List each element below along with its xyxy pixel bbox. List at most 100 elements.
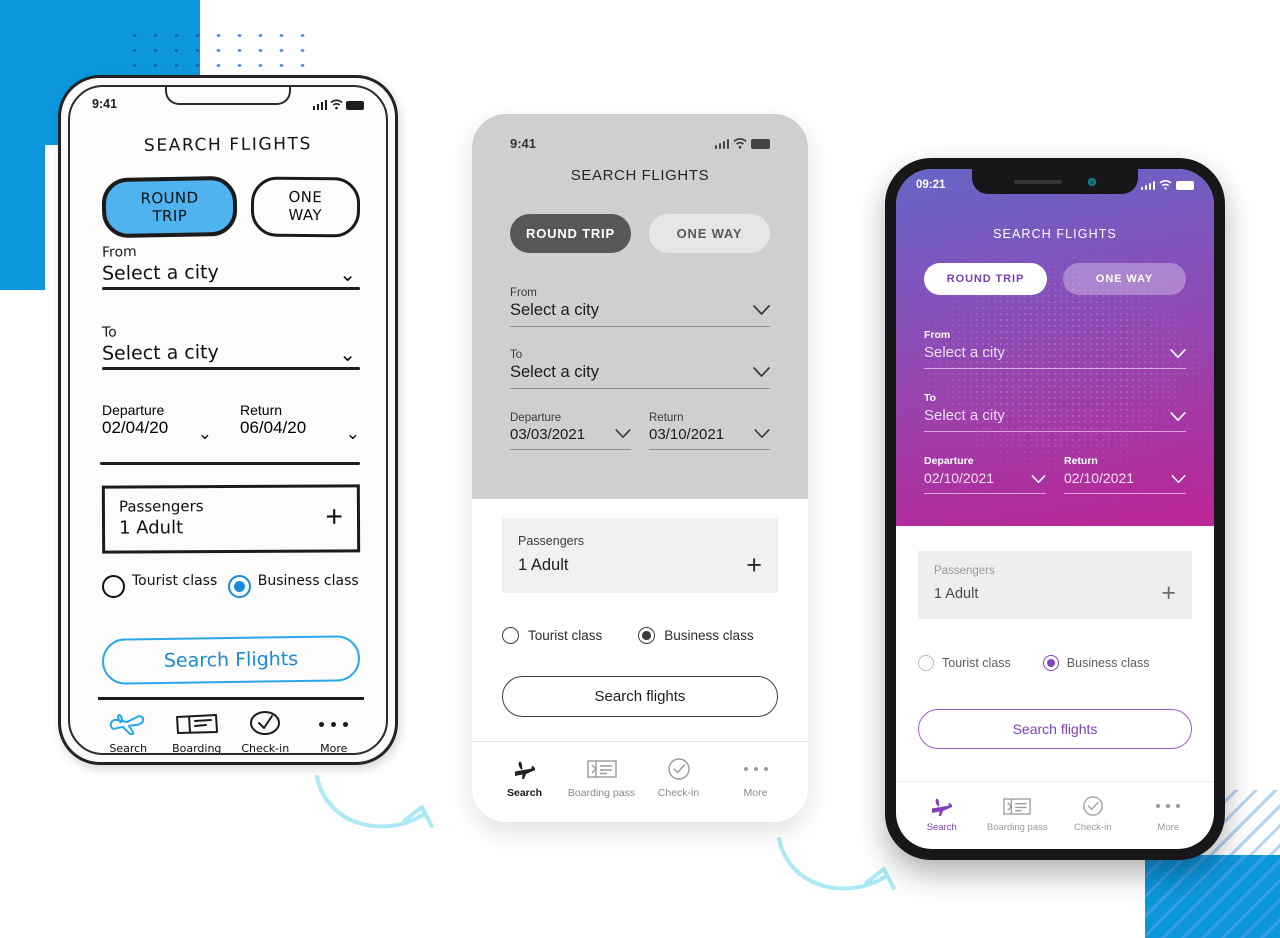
nav-item-search[interactable]: Search — [904, 792, 980, 833]
nav-item-search[interactable]: Search — [486, 754, 563, 799]
nav-item-boarding-pass[interactable]: Boarding pass — [980, 792, 1056, 833]
nav-item-check-in[interactable]: Check-in — [231, 707, 300, 753]
nav-item-more[interactable]: More — [300, 707, 369, 755]
passengers-label: Passengers — [118, 497, 204, 516]
add-passenger-button[interactable]: + — [325, 500, 343, 533]
tourist-class-label: Tourist class — [942, 656, 1011, 670]
passengers-card[interactable]: Passengers 1 Adult + — [502, 518, 778, 593]
chevron-down-icon[interactable]: ⌄ — [339, 342, 356, 367]
nav-divider — [98, 697, 364, 700]
page-title: SEARCH FLIGHTS — [993, 227, 1117, 241]
radio-icon[interactable] — [102, 575, 125, 598]
nav-label-boarding-pass: Boarding pass — [567, 787, 636, 799]
tourist-class-option[interactable]: Tourist class — [102, 573, 228, 598]
round-trip-button[interactable]: ROUND TRIP — [510, 214, 631, 253]
class-selector: Tourist class Business class — [102, 573, 364, 598]
passengers-card[interactable]: Passengers 1 Adult + — [101, 484, 361, 554]
from-field[interactable]: From Select a city ⌄ — [102, 242, 360, 290]
chevron-down-icon[interactable] — [1031, 475, 1046, 484]
from-label: From — [101, 243, 137, 261]
status-time: 09:21 — [916, 179, 946, 191]
passengers-value: 1 Adult — [934, 585, 979, 602]
chevron-down-icon[interactable] — [615, 429, 631, 439]
chevron-down-icon[interactable]: ⌄ — [198, 424, 212, 444]
signal-icon — [1140, 180, 1155, 190]
to-field[interactable]: To Select a city — [924, 392, 1186, 432]
radio-icon-selected[interactable] — [638, 627, 656, 644]
add-passenger-button[interactable]: + — [746, 552, 762, 579]
search-flights-button[interactable]: Search flights — [502, 676, 778, 717]
trip-type-toggle: ROUND TRIP ONE WAY — [510, 214, 770, 253]
return-field[interactable]: Return 03/10/2021 — [649, 412, 770, 451]
passengers-value: 1 Adult — [118, 517, 184, 539]
to-field[interactable]: To Select a city ⌄ — [102, 322, 360, 370]
departure-field[interactable]: Departure 02/04/20 ⌄ — [102, 402, 222, 443]
one-way-button[interactable]: ONE WAY — [1063, 263, 1186, 295]
chevron-down-icon[interactable]: ⌄ — [339, 262, 356, 287]
check-circle-icon — [231, 707, 300, 741]
from-label: From — [924, 329, 951, 341]
search-flights-button[interactable]: Search Flights — [101, 635, 361, 685]
bottom-nav-final: Search Boarding pass Check-in More — [904, 792, 1206, 833]
return-value: 06/04/20 — [240, 418, 307, 437]
chevron-down-icon[interactable] — [753, 367, 770, 378]
search-flights-button[interactable]: Search flights — [918, 709, 1192, 749]
business-class-option[interactable]: Business class — [1042, 655, 1149, 671]
chevron-down-icon[interactable]: ⌄ — [346, 424, 360, 444]
departure-field[interactable]: Departure 03/03/2021 — [510, 412, 631, 451]
return-field[interactable]: Return 06/04/20 ⌄ — [240, 402, 360, 443]
return-value: 02/10/2021 — [1064, 470, 1135, 486]
status-time: 9:41 — [510, 135, 537, 151]
business-class-label: Business class — [257, 573, 359, 589]
chevron-down-icon[interactable] — [753, 305, 770, 316]
nav-item-check-in[interactable]: Check-in — [1055, 792, 1131, 833]
add-passenger-button[interactable]: + — [1161, 581, 1176, 605]
business-class-option[interactable]: Business class — [638, 627, 754, 644]
background-square-top-left-lower — [0, 145, 45, 290]
tourist-class-option[interactable]: Tourist class — [918, 655, 1011, 671]
chevron-down-icon[interactable] — [1170, 412, 1186, 422]
round-trip-button[interactable]: ROUND TRIP — [101, 175, 238, 239]
radio-icon-selected[interactable] — [1042, 655, 1059, 671]
nav-label-check-in: Check-in — [657, 787, 700, 799]
bottom-nav-sketch: Search Boarding pass — [94, 707, 369, 755]
nav-label-more: More — [320, 742, 348, 755]
tourist-class-label: Tourist class — [528, 628, 603, 643]
ticket-icon — [163, 707, 232, 741]
passengers-card[interactable]: Passengers 1 Adult + — [918, 551, 1192, 619]
nav-item-search[interactable]: Search — [94, 707, 163, 753]
chevron-down-icon[interactable] — [754, 429, 770, 439]
nav-item-more[interactable]: More — [1131, 792, 1207, 833]
departure-field[interactable]: Departure 02/10/2021 — [924, 455, 1046, 494]
nav-item-more[interactable]: More — [717, 754, 794, 799]
nav-label-search: Search — [926, 822, 957, 833]
signal-icon — [714, 138, 729, 149]
wifi-icon — [1159, 180, 1172, 190]
nav-item-boarding-pass[interactable]: Boarding pass — [563, 754, 640, 799]
from-field[interactable]: From Select a city — [510, 287, 770, 328]
from-field[interactable]: From Select a city — [924, 329, 1186, 369]
tourist-class-option[interactable]: Tourist class — [502, 627, 602, 644]
one-way-button[interactable]: ONE WAY — [251, 176, 361, 238]
phone-mockup-sketch: 9:41 SEARCH FLIGHTS ROUND TRIP ONE WAY F… — [58, 75, 398, 765]
chevron-down-icon[interactable] — [1170, 349, 1186, 359]
radio-icon[interactable] — [918, 655, 934, 671]
passengers-label: Passengers — [518, 534, 585, 548]
to-field[interactable]: To Select a city — [510, 349, 770, 390]
to-value: Select a city — [510, 363, 599, 381]
radio-icon[interactable] — [502, 627, 519, 644]
nav-item-check-in[interactable]: Check-in — [640, 754, 717, 799]
return-field[interactable]: Return 02/10/2021 — [1064, 455, 1186, 494]
passengers-label: Passengers — [934, 565, 995, 577]
chevron-down-icon[interactable] — [1171, 475, 1186, 484]
business-class-label: Business class — [664, 628, 754, 643]
round-trip-button[interactable]: ROUND TRIP — [924, 263, 1047, 295]
one-way-button[interactable]: ONE WAY — [649, 214, 770, 253]
business-class-option[interactable]: Business class — [227, 573, 364, 598]
nav-label-boarding-pass: Boarding pass — [986, 822, 1048, 833]
battery-icon — [1176, 181, 1194, 190]
radio-icon-selected[interactable] — [227, 575, 251, 598]
nav-item-boarding-pass[interactable]: Boarding pass — [163, 707, 232, 753]
status-time: 9:41 — [92, 97, 118, 111]
to-value: Select a city — [101, 341, 219, 365]
